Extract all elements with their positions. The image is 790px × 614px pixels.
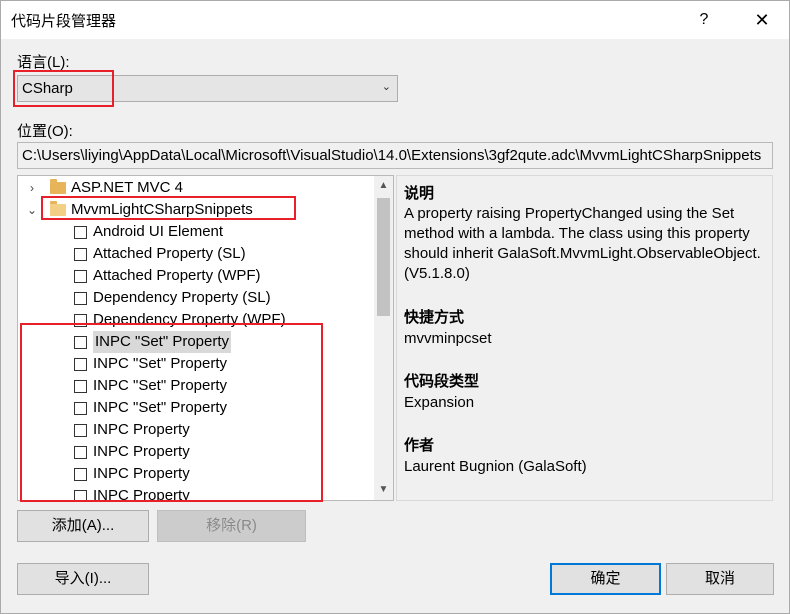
scroll-up-icon[interactable]: ▲ [374, 176, 393, 196]
import-button[interactable]: 导入(I)... [17, 563, 149, 595]
help-button[interactable]: ? [681, 1, 727, 39]
snippet-checkbox[interactable] [74, 292, 87, 305]
chevron-right-icon[interactable]: › [26, 177, 38, 199]
snippet-type-value: Expansion [404, 394, 475, 411]
location-path-text: C:\Users\liying\AppData\Local\Microsoft\… [22, 147, 762, 164]
close-button[interactable]: ✕ [739, 1, 785, 39]
language-highlight-box [13, 70, 114, 107]
author-heading: 作者 [404, 437, 435, 454]
chevron-down-icon: ⌄ [381, 81, 391, 93]
snippet-manager-dialog: 代码片段管理器 ? ✕ 语言(L): CSharp ⌄ 位置(O): C:\Us… [0, 0, 790, 614]
cancel-button[interactable]: 取消 [666, 563, 774, 595]
description-text: A property raising PropertyChanged using… [404, 205, 761, 282]
remove-button[interactable]: 移除(R) [157, 510, 306, 542]
window-title: 代码片段管理器 [11, 13, 117, 30]
snippet-label: Attached Property (SL) [93, 245, 246, 262]
shortcut-heading: 快捷方式 [404, 309, 465, 326]
shortcut-value: mvvminpcset [404, 330, 492, 347]
folder-icon [50, 179, 66, 194]
chevron-down-icon[interactable]: ⌄ [26, 199, 38, 221]
snippet-label: Attached Property (WPF) [93, 267, 261, 284]
add-button[interactable]: 添加(A)... [17, 510, 149, 542]
description-heading: 说明 [404, 185, 435, 202]
inpc-snippets-highlight-box [20, 323, 323, 502]
location-path-field[interactable]: C:\Users\liying\AppData\Local\Microsoft\… [17, 142, 773, 169]
tree-scrollbar[interactable]: ▲ ▼ [374, 176, 393, 500]
folder-highlight-box [41, 196, 296, 220]
snippet-label: Dependency Property (SL) [93, 289, 271, 306]
location-label: 位置(O): [17, 123, 73, 140]
scrollbar-thumb[interactable] [377, 198, 390, 316]
title-bar: 代码片段管理器 ? ✕ [1, 1, 789, 39]
snippet-item[interactable]: Attached Property (WPF) [18, 265, 372, 287]
snippet-label: Android UI Element [93, 223, 224, 240]
snippet-item[interactable]: Attached Property (SL) [18, 243, 372, 265]
author-value: Laurent Bugnion (GalaSoft) [404, 458, 587, 475]
snippet-checkbox[interactable] [74, 248, 87, 261]
ok-button[interactable]: 确定 [550, 563, 661, 595]
snippet-item[interactable]: Dependency Property (SL) [18, 287, 372, 309]
language-label: 语言(L): [17, 54, 70, 71]
snippet-details-panel: 说明 A property raising PropertyChanged us… [396, 175, 773, 501]
snippet-item[interactable]: Android UI Element [18, 221, 372, 243]
snippet-checkbox[interactable] [74, 270, 87, 283]
snippet-checkbox[interactable] [74, 226, 87, 239]
snippet-type-heading: 代码段类型 [404, 373, 480, 390]
scroll-down-icon[interactable]: ▼ [374, 480, 393, 500]
